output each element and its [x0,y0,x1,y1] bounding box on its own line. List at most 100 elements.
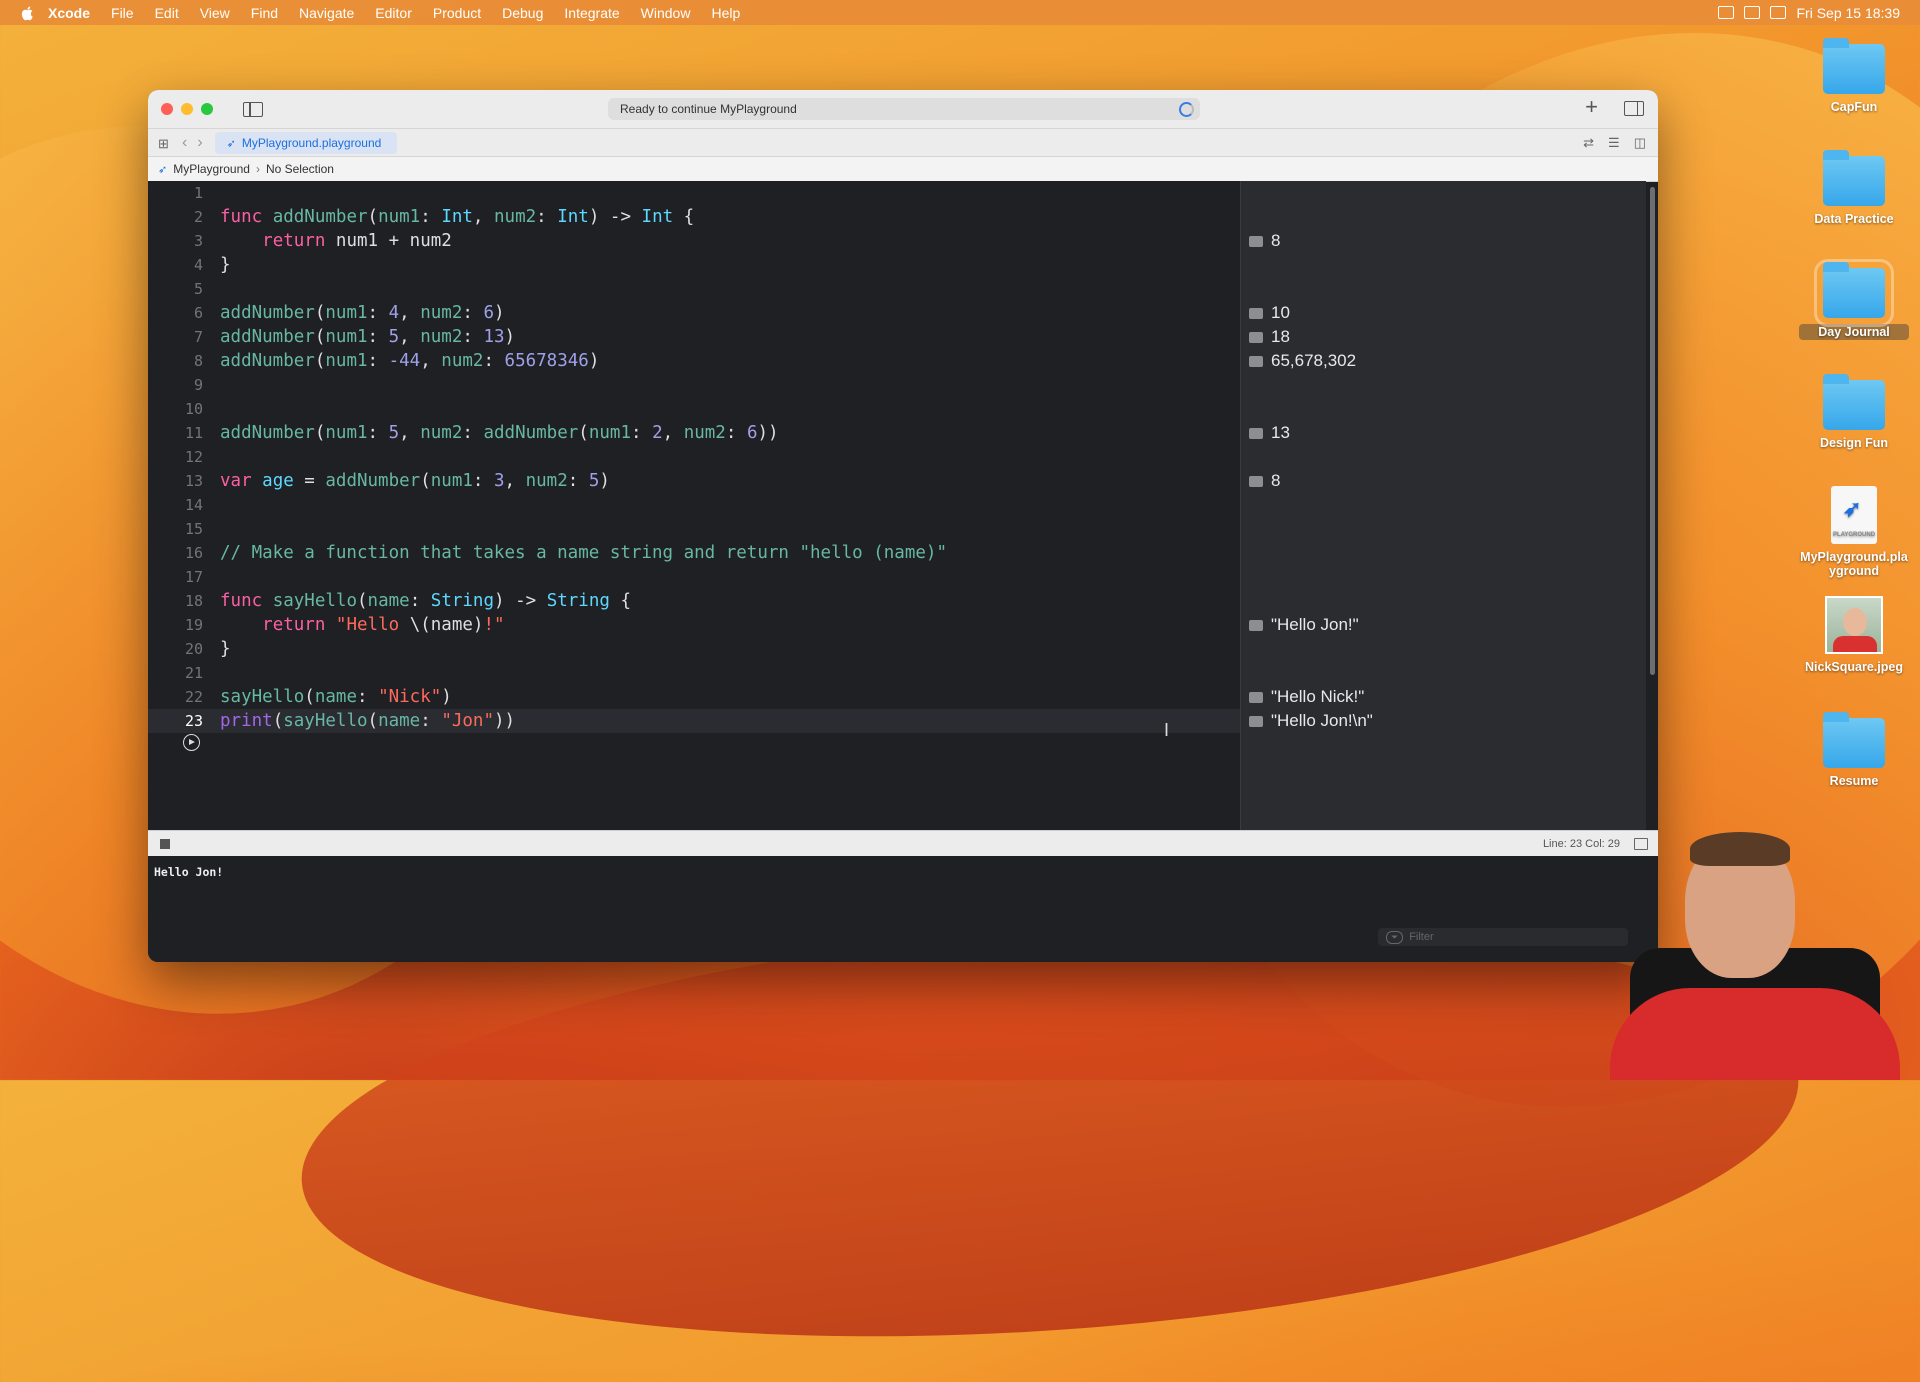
split-editor-icon[interactable]: ◫ [1634,135,1646,151]
code-editor[interactable]: 1 2 func addNumber(num1: Int, num2: Int) … [148,181,1240,830]
code-line: 17 [148,565,1240,589]
adjust-editor-icon[interactable]: ☰ [1608,135,1620,151]
quick-look-icon[interactable] [1249,355,1263,367]
menu-product[interactable]: Product [433,5,481,21]
breadcrumb-project[interactable]: MyPlayground [173,162,250,176]
line-number: 20 [184,640,203,658]
close-button[interactable] [161,103,173,115]
breadcrumb-selection[interactable]: No Selection [266,162,334,176]
result-item[interactable]: 18 [1249,325,1290,349]
quick-look-icon[interactable] [1249,307,1263,319]
result-item[interactable]: 8 [1249,229,1280,253]
refresh-icon[interactable]: ⇄ [1583,135,1594,151]
quick-look-icon[interactable] [1249,331,1263,343]
code-line: 10 [148,397,1240,421]
result-item[interactable]: 65,678,302 [1249,349,1356,373]
menu-find[interactable]: Find [251,5,278,21]
menu-editor[interactable]: Editor [375,5,412,21]
menu-edit[interactable]: Edit [155,5,179,21]
quick-look-icon[interactable] [1249,691,1263,703]
result-item[interactable]: 8 [1249,469,1280,493]
code-line: 12 [148,445,1240,469]
code-line: 13 var age = addNumber(num1: 3, num2: 5) [148,469,1240,493]
desktop-folder-resume[interactable]: Resume [1799,712,1909,788]
code-line: 11 addNumber(num1: 5, num2: addNumber(num… [148,421,1240,445]
folder-icon [1823,38,1885,94]
line-number: 3 [193,232,203,250]
chevron-right-icon: › [255,162,260,176]
quick-look-icon[interactable] [1249,427,1263,439]
zoom-button[interactable] [201,103,213,115]
folder-icon [1814,259,1894,327]
desktop-file-myplayground[interactable]: ➶ PLAYGROUND MyPlayground.pla yground [1799,486,1909,578]
swift-icon: ➶ [226,137,236,150]
apple-icon[interactable] [20,5,36,21]
window-controls [161,103,213,115]
back-arrow-icon[interactable]: ‹ [182,134,187,152]
display-icon[interactable] [1718,6,1735,19]
results-sidebar: 8 10 18 65,678,302 13 8 "Hello Jon!" "He… [1240,181,1646,830]
console-area[interactable]: Hello Jon! ⏷ Filter [148,856,1658,962]
menu-debug[interactable]: Debug [502,5,543,21]
menu-window[interactable]: Window [641,5,691,21]
desktop-file-nicksquare[interactable]: NickSquare.jpeg [1799,596,1909,674]
text-cursor-icon: I [1164,720,1170,740]
line-number: 17 [184,568,203,586]
presenter-shirt [1610,988,1900,1080]
forward-arrow-icon[interactable]: › [197,134,202,152]
code-line: 16// Make a function that takes a name s… [148,541,1240,565]
quick-look-icon[interactable] [1249,475,1263,487]
result-item[interactable]: "Hello Nick!" [1249,685,1364,709]
menu-file[interactable]: File [111,5,134,21]
code-line: 21 [148,661,1240,685]
menu-view[interactable]: View [200,5,230,21]
folder-icon [1823,150,1885,206]
navigator-toggle-icon[interactable] [243,101,263,117]
line-number: 1 [193,184,203,202]
menu-help[interactable]: Help [711,5,740,21]
code-line: 4} [148,253,1240,277]
debug-bar: Line: 23 Col: 29 [148,830,1658,857]
line-number: 13 [184,472,203,490]
photo-thumbnail-icon [1825,596,1883,654]
quick-look-icon[interactable] [1249,715,1263,727]
console-output: Hello Jon! [154,865,224,879]
desktop-folder-design-fun[interactable]: Design Fun [1799,374,1909,450]
menu-bar: Xcode File Edit View Find Navigate Edito… [0,0,1920,25]
quick-look-icon[interactable] [1249,619,1263,631]
menu-app-name[interactable]: Xcode [48,5,90,21]
desktop-folder-data-practice[interactable]: Data Practice [1799,150,1909,226]
run-playground-button[interactable] [183,734,200,751]
menu-navigate[interactable]: Navigate [299,5,354,21]
result-item[interactable]: 10 [1249,301,1290,325]
result-item[interactable]: "Hello Jon!\n" [1249,709,1373,733]
playground-file-icon: ➶ PLAYGROUND [1831,486,1877,544]
menu-integrate[interactable]: Integrate [564,5,619,21]
inspector-toggle-icon[interactable] [1624,101,1644,116]
code-line: 14 [148,493,1240,517]
minimize-button[interactable] [181,103,193,115]
line-number: 19 [184,616,203,634]
line-number: 23 [184,712,203,730]
menu-clock[interactable]: Fri Sep 15 18:39 [1796,5,1900,21]
control-center-icon[interactable] [1770,6,1787,19]
desktop-folder-capfun[interactable]: CapFun [1799,38,1909,114]
filter-placeholder: Filter [1409,931,1434,943]
desktop-folder-day-journal[interactable]: Day Journal [1799,259,1909,340]
camera-icon[interactable] [1744,6,1761,19]
editor-scrollbar[interactable] [1650,187,1655,675]
line-number: 2 [193,208,203,226]
add-library-icon[interactable]: + [1585,96,1598,118]
code-line: 22 sayHello(name: "Nick") [148,685,1240,709]
code-line: 8 addNumber(num1: -44, num2: 65678346) [148,349,1240,373]
tab-myplayground[interactable]: ➶ MyPlayground.playground [214,132,398,154]
webcam-overlay [1590,828,1920,1080]
swift-icon: ➶ [158,163,168,176]
result-item[interactable]: 13 [1249,421,1290,445]
result-item[interactable]: "Hello Jon!" [1249,613,1359,637]
line-number: 15 [184,520,203,538]
stop-button[interactable] [160,839,170,849]
quick-look-icon[interactable] [1249,235,1263,247]
related-items-icon[interactable]: ⊞ [158,136,172,151]
folder-icon [1823,374,1885,430]
